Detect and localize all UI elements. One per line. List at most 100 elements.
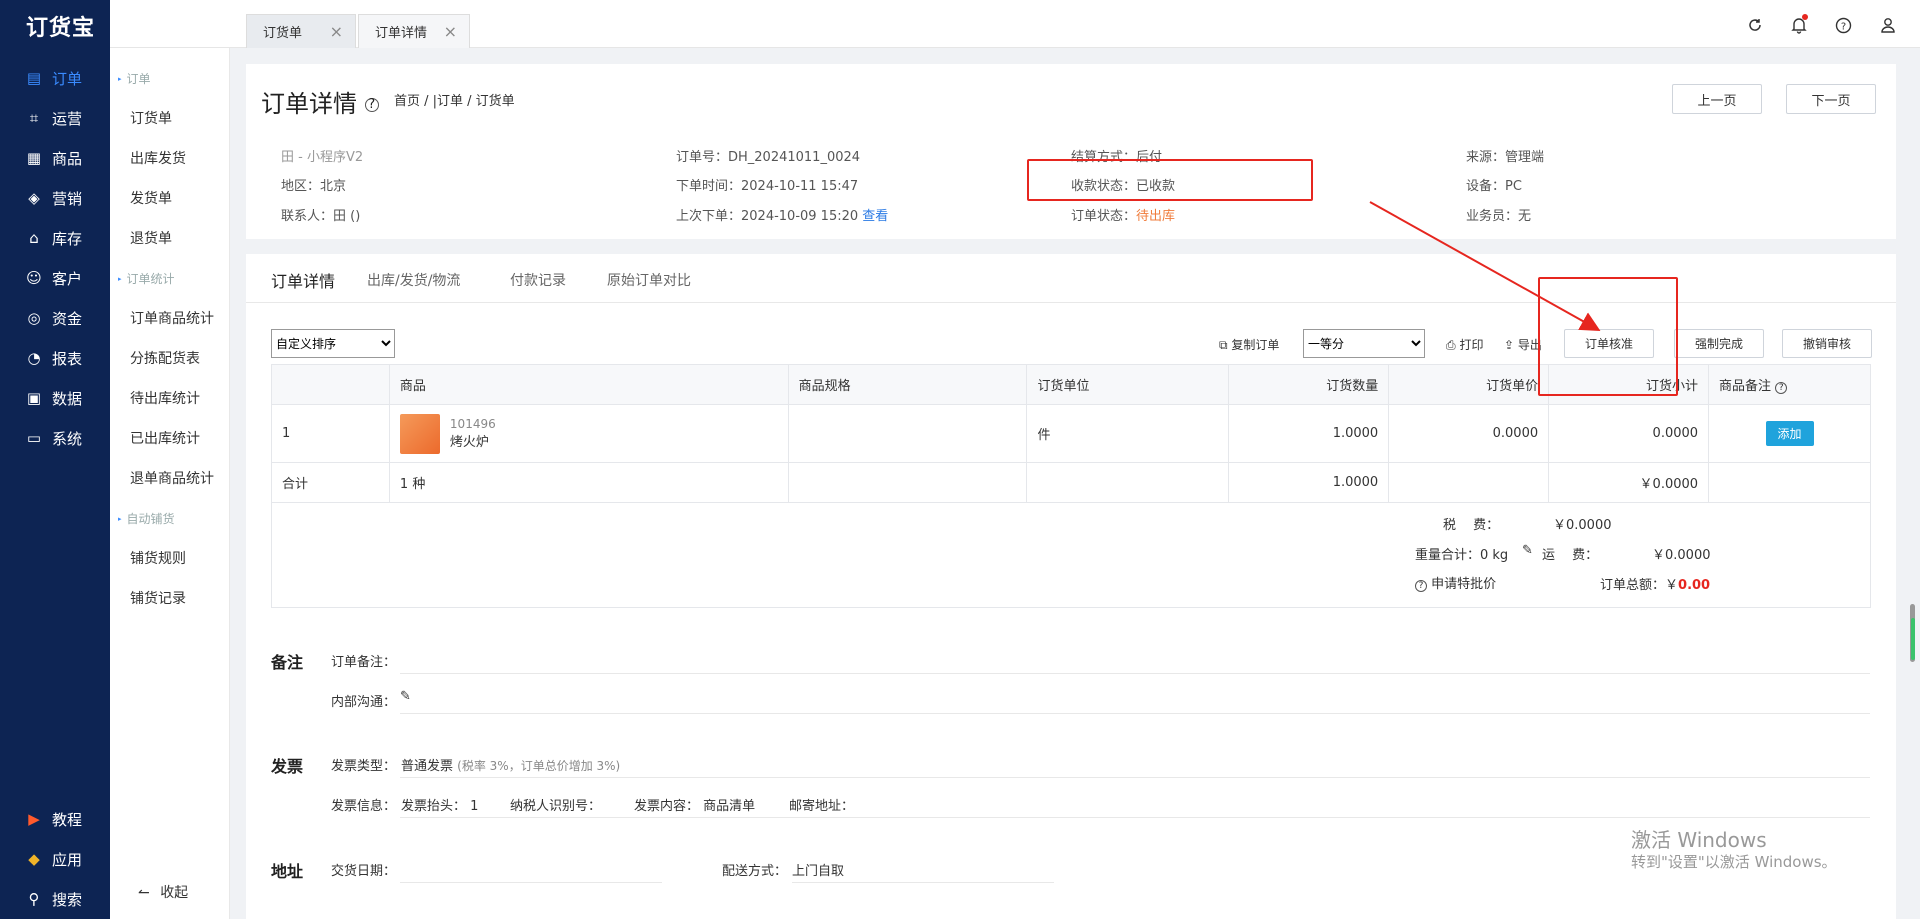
nav-item-9[interactable]: ▭ 系统: [0, 420, 110, 456]
sub-sidebar: ▸ 订单订货单出库发货发货单退货单 ▸ 订单统计订单商品统计 分拣配货表待出库统计已出库…: [110, 48, 230, 919]
subnav-item[interactable]: 待出库统计: [130, 388, 200, 408]
nav-bottom-1[interactable]: ◆ 应用: [0, 841, 110, 877]
highlight-box-verify-button: [1538, 277, 1678, 396]
subnav-item[interactable]: 分拣配货表: [130, 348, 200, 368]
subnav-group[interactable]: ▸ 订单统计: [118, 270, 175, 287]
total-label: 合计: [271, 462, 390, 503]
refresh-icon[interactable]: [1745, 15, 1765, 35]
view-link[interactable]: 查看: [862, 209, 888, 224]
next-page-button[interactable]: 下一页: [1786, 84, 1876, 114]
subnav-item[interactable]: 退单商品统计: [130, 468, 214, 488]
print-button[interactable]: ⎙ 打印: [1446, 336, 1483, 353]
search-icon: ⚲: [28, 890, 40, 908]
stock-icon: ⌂: [29, 229, 39, 247]
order-note-input[interactable]: [400, 673, 1870, 674]
order-note-label: 订单备注：: [331, 655, 397, 670]
close-icon[interactable]: ×: [444, 22, 457, 41]
help-icon[interactable]: ?: [1833, 15, 1853, 35]
nav-item-0[interactable]: ▤ 订单: [0, 60, 110, 96]
help-icon[interactable]: ?: [1775, 382, 1788, 394]
nav-item-label: 库存: [52, 229, 83, 248]
caret-icon: ▸: [118, 514, 122, 523]
order-time: 下单时间：2024-10-11 15:47: [676, 179, 859, 194]
order-icon: ▤: [26, 69, 42, 87]
nav-item-2[interactable]: ▦ 商品: [0, 140, 110, 176]
close-icon[interactable]: ×: [330, 22, 343, 41]
add-remark-button[interactable]: 添加: [1765, 421, 1814, 446]
subnav-item[interactable]: 发货单: [130, 188, 172, 208]
invoice-title: 发票抬头： 1: [401, 799, 479, 814]
subnav-item[interactable]: 订货单: [130, 108, 172, 128]
subnav-item[interactable]: 退货单: [130, 228, 172, 248]
shipping-method-label: 配送方式：: [722, 864, 788, 879]
subnav-group-label: 自动铺货: [126, 512, 175, 526]
special-price-link[interactable]: ? 申请特批价: [1415, 573, 1496, 592]
customer-name: 田 - 小程序V2: [281, 150, 364, 165]
tax-label: 税 费：: [1443, 518, 1500, 533]
tab-logistics[interactable]: 出库/发货/物流: [367, 270, 460, 290]
nav-item-1[interactable]: ⌗ 运营: [0, 100, 110, 136]
col-header-unit: 订货单位: [1026, 364, 1230, 405]
spec-cell: [787, 404, 1028, 463]
collapse-button[interactable]: ↼ 收起: [138, 882, 188, 902]
tab-order-list[interactable]: 订货单 ×: [246, 14, 356, 48]
shipping-method[interactable]: 上门自取: [792, 860, 844, 879]
main-sidebar: 订货宝: [0, 0, 110, 919]
sort-select[interactable]: 自定义排序: [271, 329, 395, 358]
bell-icon[interactable]: [1789, 14, 1809, 35]
nav-bottom-0[interactable]: ▶ 教程: [0, 801, 110, 837]
breadcrumb[interactable]: 首页 / |订单 / 订货单: [394, 90, 515, 109]
nav-bottom-2[interactable]: ⚲ 搜索: [0, 881, 110, 917]
salesman: 业务员：无: [1466, 209, 1532, 224]
source: 来源：管理端: [1466, 150, 1545, 165]
prev-page-button[interactable]: 上一页: [1672, 84, 1762, 114]
nav-item-7[interactable]: ◔ 报表: [0, 340, 110, 376]
tab-order-detail[interactable]: 订单详情 ×: [358, 14, 470, 48]
user-icon[interactable]: [1878, 15, 1898, 35]
nav-item-4[interactable]: ⌂ 库存: [0, 220, 110, 256]
col-header-product: 商品: [388, 364, 789, 405]
table-row: 1 101496 烤火炉 件 1.0000 0.0000 0.0000 添加: [271, 404, 1871, 463]
order-status: 订单状态：待出库: [1071, 209, 1176, 224]
nav-item-8[interactable]: ▣ 数据: [0, 380, 110, 416]
divider: [792, 882, 1054, 883]
copy-icon: ⧉: [1219, 338, 1228, 352]
remark-section-title: 备注: [271, 653, 304, 672]
tab-original-compare[interactable]: 原始订单对比: [607, 270, 691, 290]
data-icon: ▣: [26, 389, 42, 407]
product-thumbnail[interactable]: [399, 413, 440, 454]
subnav-group[interactable]: ▸ 自动铺货: [118, 510, 175, 527]
caret-icon: ▸: [118, 274, 122, 283]
tab-payment-records[interactable]: 付款记录: [510, 270, 566, 290]
export-button[interactable]: ⇪ 导出: [1504, 336, 1542, 353]
nav-item-3[interactable]: ◈ 营销: [0, 180, 110, 216]
app-logo: 订货宝: [26, 16, 96, 41]
subnav-item[interactable]: 订单商品统计: [130, 308, 214, 328]
force-complete-button[interactable]: 强制完成: [1674, 329, 1764, 358]
nav-item-5[interactable]: ☺ 客户: [0, 260, 110, 296]
subnav-item[interactable]: 铺货规则: [130, 548, 186, 568]
goods-icon: ▦: [26, 149, 42, 167]
delivery-date-input[interactable]: [400, 882, 662, 883]
subnav-item[interactable]: 已出库统计: [130, 428, 200, 448]
product-name[interactable]: 烤火炉: [450, 431, 496, 450]
nav-item-label: 商品: [52, 149, 83, 168]
edit-icon[interactable]: ✎: [400, 689, 411, 704]
collapse-label: 收起: [160, 885, 189, 901]
level-select[interactable]: 一等分: [1303, 329, 1425, 358]
freight-label: 运 费：: [1542, 548, 1599, 563]
system-icon: ▭: [26, 429, 42, 447]
empty-cell: [1708, 462, 1871, 503]
taxpayer-id: 纳税人识别号：: [510, 799, 602, 814]
edit-freight-icon[interactable]: ✎: [1522, 543, 1533, 558]
copy-order-button[interactable]: ⧉ 复制订单: [1219, 336, 1279, 353]
subnav-item[interactable]: 铺货记录: [130, 588, 186, 608]
subnav-item[interactable]: 出库发货: [130, 148, 186, 168]
tab-order-detail-inner[interactable]: 订单详情: [271, 268, 335, 292]
help-icon[interactable]: ?: [364, 98, 379, 112]
operate-icon: ⌗: [29, 109, 39, 127]
subnav-group[interactable]: ▸ 订单: [118, 70, 151, 87]
weight-total: 重量合计：0 kg: [1415, 548, 1509, 563]
revoke-review-button[interactable]: 撤销审核: [1782, 329, 1872, 358]
nav-item-6[interactable]: ◎ 资金: [0, 300, 110, 336]
